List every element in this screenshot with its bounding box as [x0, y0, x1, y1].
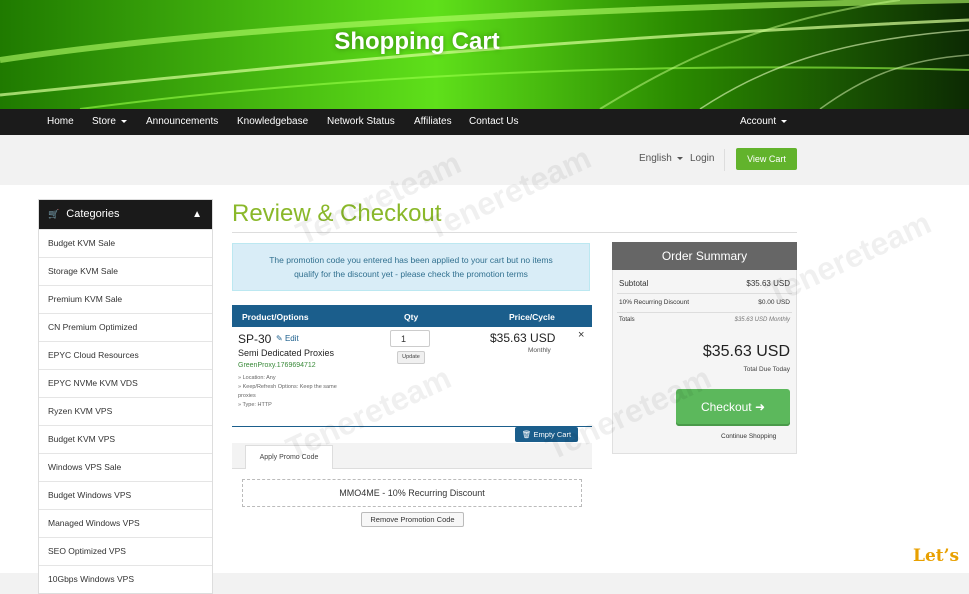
categories-sidebar: 🛒 Categories ▲ Budget KVM Sale Storage K…	[38, 199, 213, 594]
chevron-down-icon	[676, 156, 683, 160]
nav-home[interactable]: Home	[47, 116, 74, 127]
watermark-logo-text: Let’s	[913, 546, 960, 566]
language-label: English	[639, 153, 672, 164]
continue-shopping-link[interactable]: Continue Shopping	[721, 433, 871, 440]
nav-store-label: Store	[92, 116, 116, 127]
product-group: Semi Dedicated Proxies	[238, 348, 335, 358]
trash-icon: 🗑	[521, 430, 532, 439]
categories-title: Categories	[66, 208, 120, 220]
view-cart-button[interactable]: View Cart	[736, 148, 797, 170]
sidebar-item[interactable]: Budget KVM VPS	[39, 425, 212, 453]
sidebar-item[interactable]: Premium KVM Sale	[39, 285, 212, 313]
subtotal-label: Subtotal	[619, 279, 649, 288]
totals-value: $35.63 USD Monthly	[734, 317, 790, 323]
hero-banner: Shopping Cart	[0, 0, 969, 109]
product-option: » Keep/Refresh Options: Keep the same	[238, 384, 337, 390]
sidebar-item[interactable]: Windows VPS Sale	[39, 453, 212, 481]
divider	[617, 293, 792, 294]
edit-link[interactable]: ✎ Edit	[276, 334, 299, 343]
discount-label: 10% Recurring Discount	[619, 299, 690, 306]
nav-account-label: Account	[740, 116, 777, 127]
language-selector[interactable]: English	[639, 153, 683, 164]
categories-header[interactable]: 🛒 Categories ▲	[39, 200, 212, 229]
sidebar-item[interactable]: Ryzen KVM VPS	[39, 397, 212, 425]
sidebar-item[interactable]: EPYC Cloud Resources	[39, 341, 212, 369]
top-bar: English Login View Cart	[0, 135, 969, 185]
chevron-up-icon: ▲	[192, 209, 202, 220]
chevron-down-icon	[781, 119, 788, 123]
quantity-input[interactable]: 1	[390, 330, 430, 347]
checkout-label: Checkout	[700, 400, 752, 414]
promo-alert: The promotion code you entered has been …	[232, 243, 590, 291]
sidebar-item[interactable]: Budget Windows VPS	[39, 481, 212, 509]
discount-row: 10% Recurring Discount $0.00 USD	[619, 299, 790, 306]
sidebar-item[interactable]: 10Gbps Windows VPS	[39, 565, 212, 593]
nav-knowledgebase[interactable]: Knowledgebase	[237, 116, 308, 127]
totals-row: Totals $35.63 USD Monthly	[619, 317, 790, 323]
nav-network-status[interactable]: Network Status	[327, 116, 395, 127]
cart-table-header: Product/Options Qty Price/Cycle	[232, 305, 592, 327]
totals-label: Totals	[619, 317, 635, 323]
main-navbar: Home Store Announcements Knowledgebase N…	[0, 109, 969, 135]
order-summary-title: Order Summary	[612, 242, 797, 270]
cart-icon: 🛒	[48, 209, 60, 219]
chevron-down-icon	[120, 119, 127, 123]
arrow-right-icon: ➜	[754, 400, 766, 414]
divider	[724, 149, 725, 171]
alert-text-line1: The promotion code you entered has been …	[269, 255, 553, 265]
divider	[617, 312, 792, 313]
remove-promo-button[interactable]: Remove Promotion Code	[361, 512, 464, 527]
header-qty: Qty	[404, 312, 419, 322]
update-button[interactable]: Update	[397, 351, 425, 364]
sidebar-item[interactable]: CN Premium Optimized	[39, 313, 212, 341]
sidebar-item[interactable]: EPYC NVMe KVM VDS	[39, 369, 212, 397]
product-option: proxies	[238, 393, 256, 399]
product-domain: GreenProxy.1769694712	[238, 362, 316, 369]
page-header-title: Shopping Cart	[334, 28, 500, 55]
nav-announcements[interactable]: Announcements	[146, 116, 218, 127]
alert-text-line2: qualify for the discount yet - please ch…	[294, 269, 528, 279]
sidebar-item[interactable]: Storage KVM Sale	[39, 257, 212, 285]
item-price: $35.63 USD	[490, 331, 556, 345]
billing-cycle: Monthly	[528, 347, 551, 354]
edit-label: Edit	[284, 334, 299, 343]
login-link[interactable]: Login	[690, 153, 714, 164]
applied-promo-code: MMO4ME - 10% Recurring Discount	[242, 479, 582, 507]
product-name: SP-30	[238, 332, 272, 346]
nav-contact[interactable]: Contact Us	[469, 116, 518, 127]
product-option: » Location: Any	[238, 375, 276, 381]
sidebar-item[interactable]: Managed Windows VPS	[39, 509, 212, 537]
nav-affiliates[interactable]: Affiliates	[414, 116, 452, 127]
header-price: Price/Cycle	[509, 312, 555, 322]
sidebar-item[interactable]: Budget KVM Sale	[39, 229, 212, 257]
nav-store[interactable]: Store	[92, 116, 127, 127]
header-product: Product/Options	[242, 312, 309, 322]
remove-item-button[interactable]: ×	[578, 329, 584, 341]
nav-account[interactable]: Account	[740, 116, 788, 127]
pencil-icon: ✎	[276, 334, 283, 343]
product-option: » Type: HTTP	[238, 402, 272, 408]
sidebar-item[interactable]: SEO Optimized VPS	[39, 537, 212, 565]
